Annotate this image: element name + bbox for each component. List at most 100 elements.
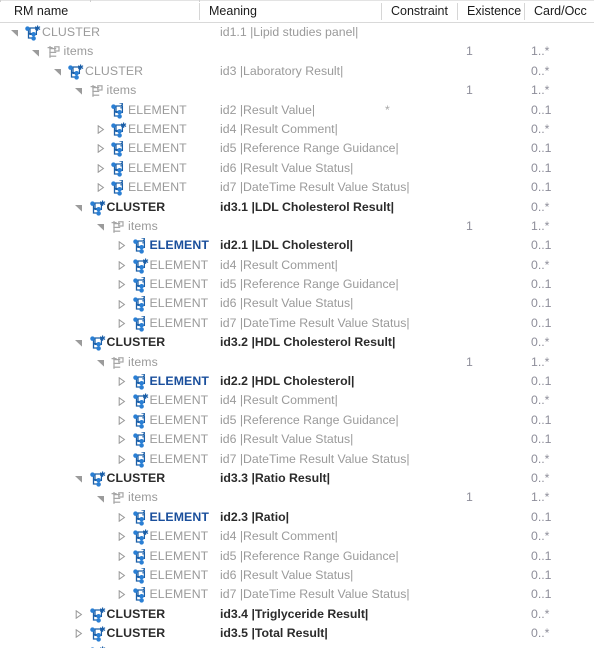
expand-triangle-icon[interactable]: [116, 566, 128, 585]
tree-row[interactable]: items 1 1..*: [0, 353, 594, 372]
expand-triangle-icon[interactable]: [116, 256, 128, 275]
tree-row[interactable]: ELEMENT id4 |Result Comment| 0..*: [0, 256, 594, 275]
expand-triangle-icon[interactable]: [73, 644, 85, 648]
expand-triangle-icon[interactable]: [116, 430, 128, 449]
meaning-cell: id7 |DateTime Result Value Status|: [220, 180, 410, 195]
tree-row[interactable]: items 1 1..*: [0, 488, 594, 507]
tree-row[interactable]: ? ELEMENT id5 |Reference Range Guidance| 0…: [0, 547, 594, 566]
cluster-star-icon: [89, 471, 106, 487]
collapse-triangle-icon[interactable]: [94, 488, 106, 507]
tree-row[interactable]: items 1 1..*: [0, 42, 594, 61]
existence-cell: [466, 120, 506, 139]
tree-row[interactable]: ? ELEMENT id5 |Reference Range Guidance| 0…: [0, 139, 594, 158]
collapse-triangle-icon[interactable]: [51, 62, 63, 81]
tree-row[interactable]: CLUSTER id3.6 |! - Laboratory Result| 0..*: [0, 644, 594, 648]
tree-row[interactable]: ? ELEMENT id2.1 |LDL Cholesterol| 0..1: [0, 236, 594, 255]
existence-cell: 1: [466, 218, 473, 233]
card-occurrence-cell: 0..*: [531, 626, 550, 641]
column-separator[interactable]: [524, 3, 525, 20]
tree-row[interactable]: ? ELEMENT id2.3 |Ratio| 0..1: [0, 508, 594, 527]
tree-row[interactable]: items 1 1..*: [0, 217, 594, 236]
expand-triangle-icon[interactable]: [116, 372, 128, 391]
collapse-triangle-icon[interactable]: [94, 217, 106, 236]
card-occurrence-cell: 0..*: [531, 451, 550, 466]
tree-row[interactable]: ? ELEMENT id6 |Result Value Status| 0..1: [0, 430, 594, 449]
tree-row[interactable]: ? ELEMENT id7 |DateTime Result Value Stat…: [0, 178, 594, 197]
tree-row[interactable]: ? ELEMENT id2 |Result Value| * 0..1: [0, 101, 594, 120]
constraint-cell: [385, 508, 435, 527]
card-occurrence-cell: 0..1: [531, 238, 552, 253]
card-occurrence-cell: 1..*: [531, 83, 550, 98]
collapse-triangle-icon[interactable]: [73, 198, 85, 217]
expand-triangle-icon[interactable]: [116, 585, 128, 604]
tree-row[interactable]: items 1 1..*: [0, 81, 594, 100]
tree-row[interactable]: ? ELEMENT id5 |Reference Range Guidance| 0…: [0, 275, 594, 294]
column-separator[interactable]: [457, 3, 458, 20]
existence-cell: [466, 294, 506, 313]
tree-row[interactable]: CLUSTER id3.5 |Total Result| 0..*: [0, 624, 594, 643]
expand-triangle-icon[interactable]: [116, 508, 128, 527]
card-occurrence-cell: 1..*: [531, 354, 550, 369]
expand-triangle-icon[interactable]: [116, 275, 128, 294]
expand-triangle-icon[interactable]: [94, 139, 106, 158]
rm-name-label: ELEMENT: [149, 393, 209, 408]
expand-triangle-icon[interactable]: [116, 411, 128, 430]
collapse-triangle-icon[interactable]: [8, 23, 20, 42]
meaning-cell: id5 |Reference Range Guidance|: [220, 141, 399, 156]
rm-name-label: CLUSTER: [107, 644, 166, 648]
column-header-card-occ[interactable]: Card/Occ: [528, 0, 587, 22]
expand-triangle-icon[interactable]: [73, 605, 85, 624]
tree-row[interactable]: ? ELEMENT id7 |DateTime Result Value Stat…: [0, 450, 594, 469]
rm-name-label: ELEMENT: [149, 412, 209, 427]
card-occurrence-cell: 0..1: [531, 296, 552, 311]
tree-row[interactable]: CLUSTER id3.4 |Triglyceride Result| 0..*: [0, 605, 594, 624]
tree-row[interactable]: CLUSTER id3 |Laboratory Result| 0..*: [0, 62, 594, 81]
existence-cell: [466, 547, 506, 566]
header-tick: [0, 0, 1, 2]
element-q-icon: ?: [132, 450, 149, 468]
tree-row[interactable]: ? ELEMENT id5 |Reference Range Guidance| 0…: [0, 411, 594, 430]
tree-row[interactable]: ? ELEMENT id7 |DateTime Result Value Stat…: [0, 314, 594, 333]
rm-name-label: ELEMENT: [128, 102, 187, 117]
collapse-triangle-icon[interactable]: [94, 353, 106, 372]
svg-text:?: ?: [141, 432, 145, 440]
tree-row[interactable]: ELEMENT id4 |Result Comment| 0..*: [0, 527, 594, 546]
collapse-triangle-icon[interactable]: [73, 333, 85, 352]
expand-triangle-icon[interactable]: [116, 527, 128, 546]
collapse-triangle-icon[interactable]: [73, 81, 85, 100]
expand-triangle-icon[interactable]: [94, 159, 106, 178]
expand-triangle-icon[interactable]: [116, 450, 128, 469]
expand-triangle-icon[interactable]: [116, 391, 128, 410]
expand-triangle-icon[interactable]: [116, 236, 128, 255]
collapse-triangle-icon[interactable]: [73, 469, 85, 488]
column-separator[interactable]: [199, 3, 200, 20]
tree-row[interactable]: ? ELEMENT id6 |Result Value Status| 0..1: [0, 566, 594, 585]
tree-row[interactable]: CLUSTER id3.3 |Ratio Result| 0..*: [0, 469, 594, 488]
tree-row[interactable]: CLUSTER id3.2 |HDL Cholesterol Result| 0..…: [0, 333, 594, 352]
column-header-existence[interactable]: Existence: [461, 0, 521, 22]
column-header-constraint[interactable]: Constraint: [385, 0, 448, 22]
expand-triangle-icon[interactable]: [94, 120, 106, 139]
tree-row[interactable]: ? ELEMENT id2.2 |HDL Cholesterol| 0..1: [0, 372, 594, 391]
collapse-triangle-icon[interactable]: [30, 42, 42, 61]
column-header-rm-name[interactable]: RM name: [8, 0, 68, 22]
tree-row[interactable]: ? ELEMENT id7 |DateTime Result Value Stat…: [0, 585, 594, 604]
tree-row[interactable]: ELEMENT id4 |Result Comment| 0..*: [0, 391, 594, 410]
card-occurrence-cell: 0..*: [531, 393, 550, 408]
column-separator[interactable]: [381, 3, 382, 20]
expand-triangle-icon[interactable]: [116, 314, 128, 333]
column-header-meaning[interactable]: Meaning: [203, 0, 257, 22]
tree-row[interactable]: ? ELEMENT id6 |Result Value Status| 0..1: [0, 294, 594, 313]
expand-triangle-icon[interactable]: [116, 294, 128, 313]
tree-row[interactable]: ? ELEMENT id6 |Result Value Status| 0..1: [0, 159, 594, 178]
expand-triangle-icon[interactable]: [94, 178, 106, 197]
tree-row[interactable]: CLUSTER id1.1 |Lipid studies panel|: [0, 23, 594, 42]
existence-cell: 1: [466, 490, 473, 505]
expand-triangle-icon[interactable]: [73, 624, 85, 643]
tree-row[interactable]: ELEMENT id4 |Result Comment| 0..*: [0, 120, 594, 139]
existence-cell: [466, 605, 506, 624]
tree-row[interactable]: CLUSTER id3.1 |LDL Cholesterol Result| 0..…: [0, 198, 594, 217]
constraint-cell: [385, 624, 435, 643]
meaning-cell: id3.6 |! - Laboratory Result|: [220, 644, 379, 648]
expand-triangle-icon[interactable]: [116, 547, 128, 566]
